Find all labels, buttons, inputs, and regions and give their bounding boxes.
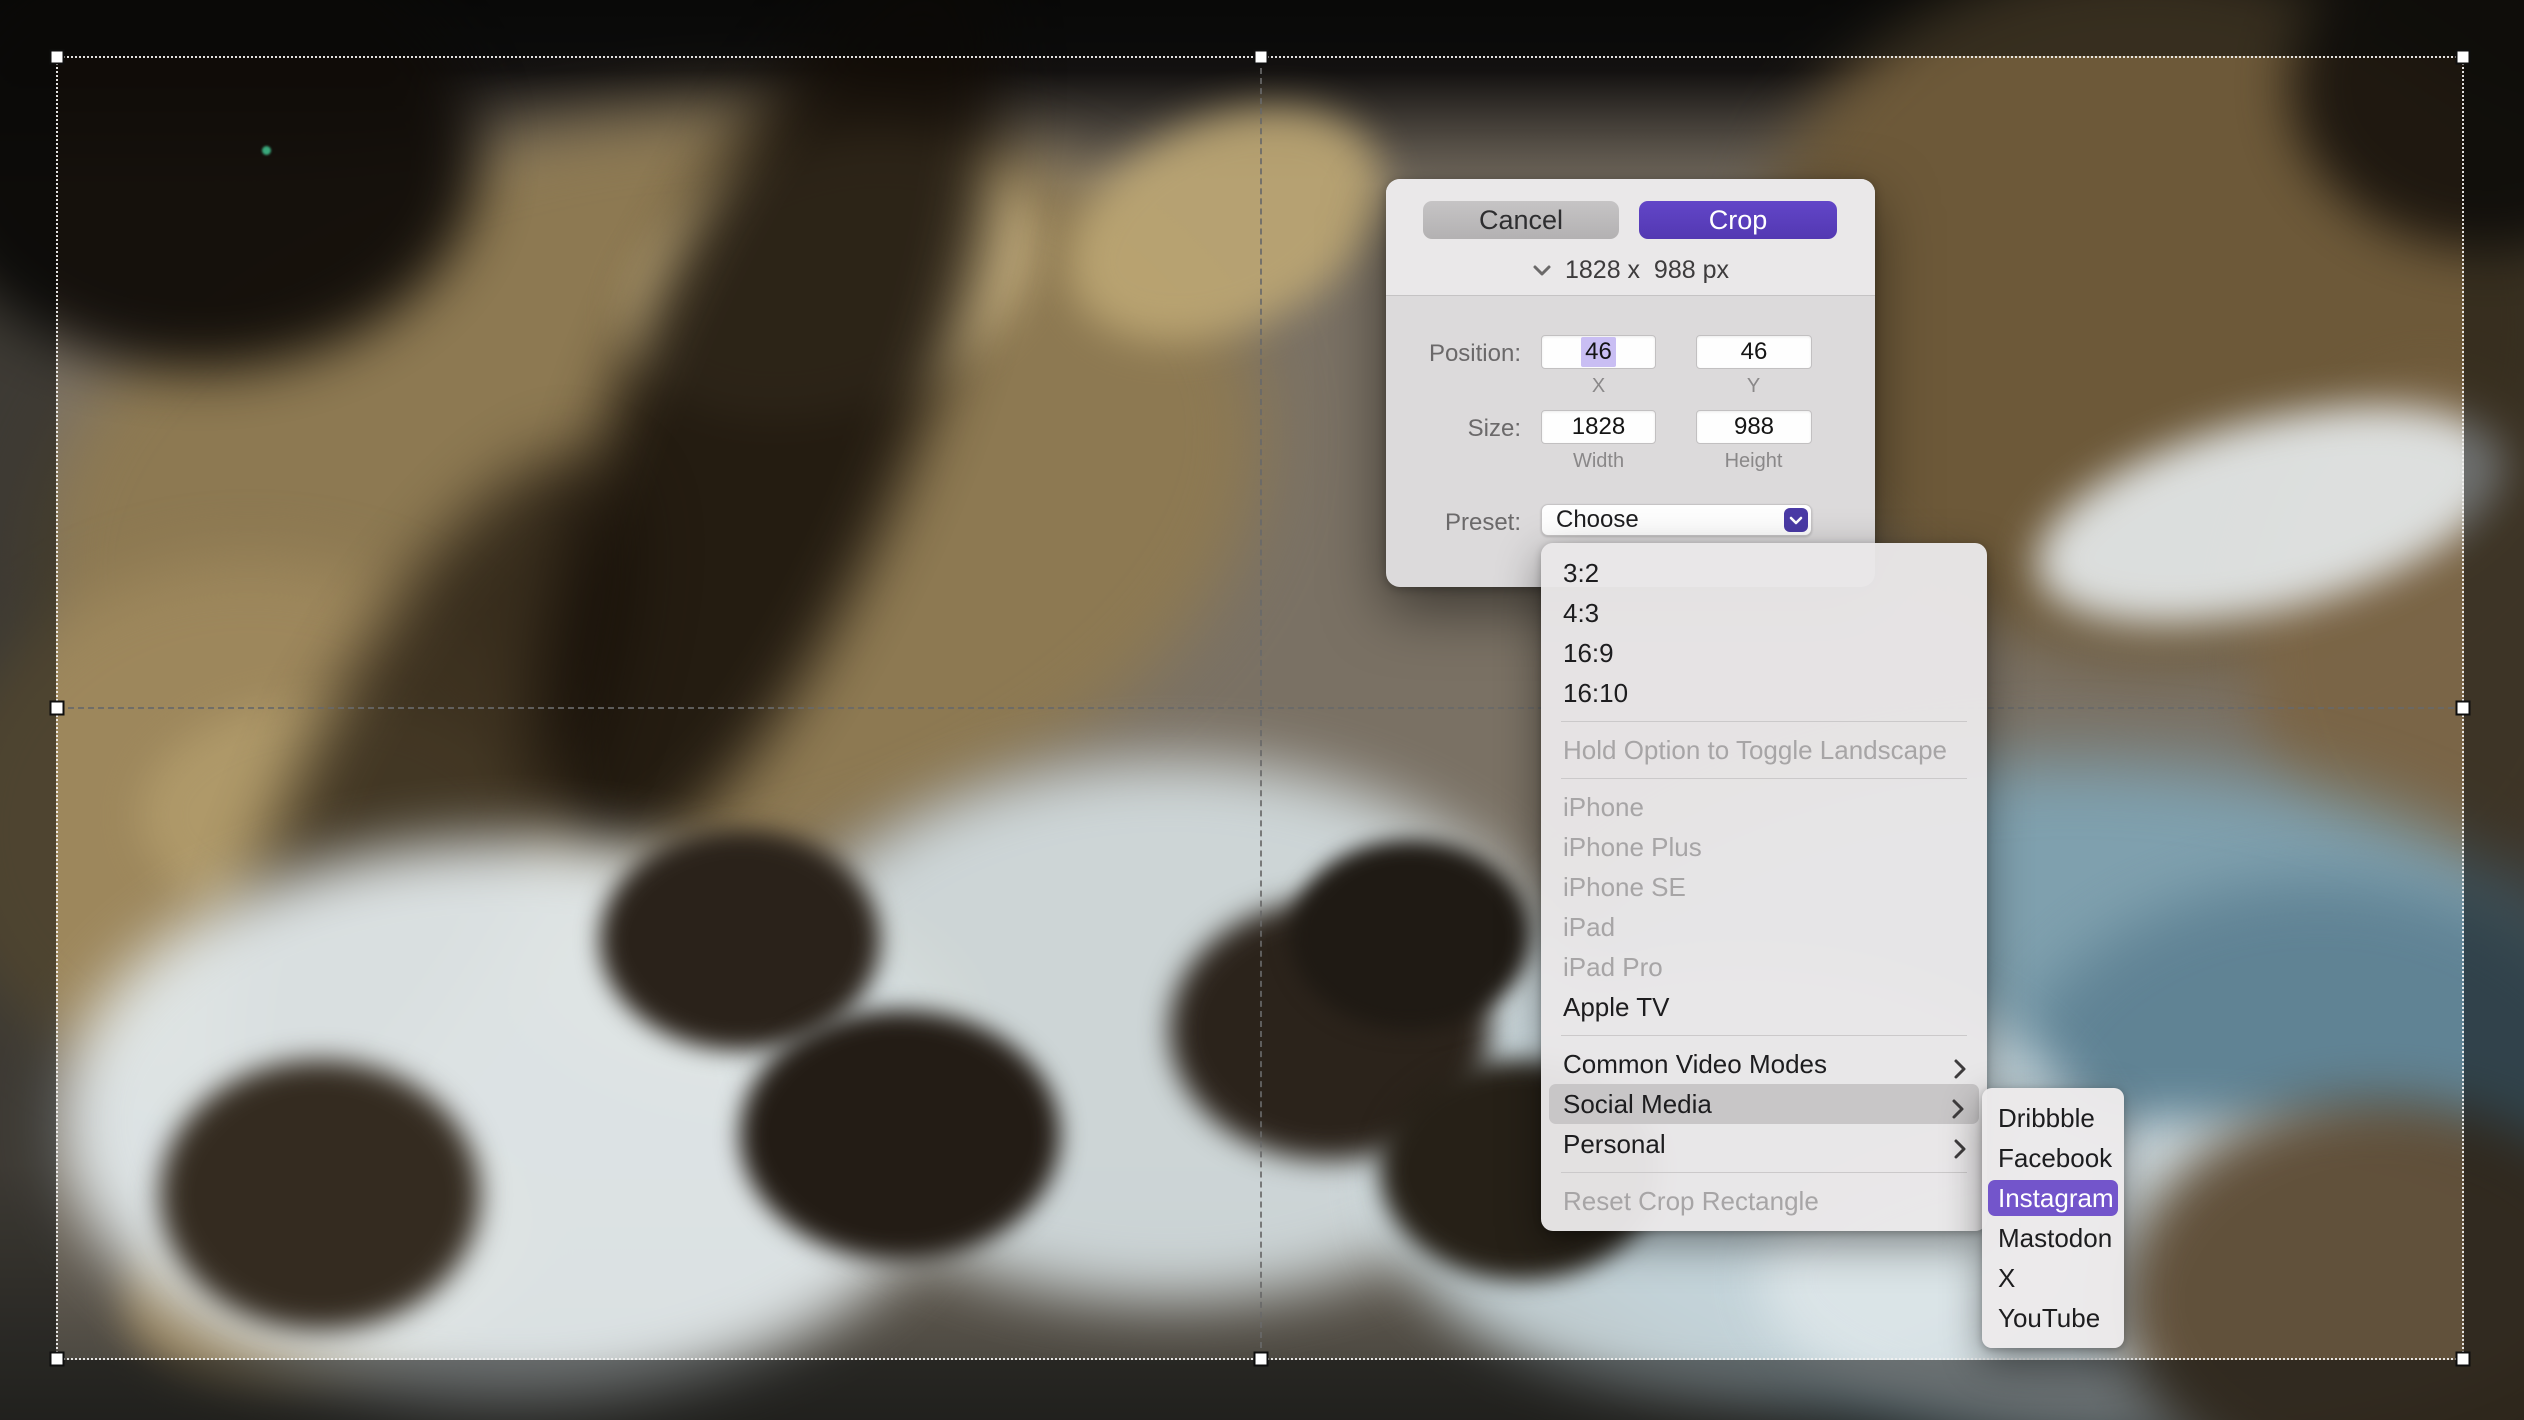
menu-item-personal[interactable]: Personal bbox=[1541, 1124, 1987, 1164]
menu-item-common-video-modes[interactable]: Common Video Modes bbox=[1541, 1044, 1987, 1084]
submenu-item-instagram[interactable]: Instagram bbox=[1988, 1180, 2118, 1216]
crop-dimensions-row[interactable]: 1828 x 988 px bbox=[1386, 255, 1875, 285]
menu-item-iphone-plus: iPhone Plus bbox=[1541, 827, 1987, 867]
crop-handle-top-center[interactable] bbox=[1254, 50, 1269, 65]
position-y-input[interactable]: 46 bbox=[1696, 335, 1812, 369]
menu-item-iphone-se: iPhone SE bbox=[1541, 867, 1987, 907]
submenu-item-label: YouTube bbox=[1998, 1303, 2100, 1333]
menu-item-label: Common Video Modes bbox=[1563, 1049, 1827, 1079]
submenu-item-youtube[interactable]: YouTube bbox=[1982, 1298, 2124, 1338]
menu-item-label: iPhone bbox=[1563, 792, 1644, 822]
crop-handle-bottom-center[interactable] bbox=[1254, 1352, 1269, 1367]
menu-item-16-10[interactable]: 16:10 bbox=[1541, 673, 1987, 713]
submenu-item-dribbble[interactable]: Dribbble bbox=[1982, 1098, 2124, 1138]
menu-item-ipad: iPad bbox=[1541, 907, 1987, 947]
submenu-item-label: Mastodon bbox=[1998, 1223, 2112, 1253]
crop-dim-overlay-right bbox=[2464, 56, 2524, 1360]
position-label: Position: bbox=[1386, 340, 1521, 368]
submenu-item-label: Facebook bbox=[1998, 1143, 2112, 1173]
menu-item-iphone: iPhone bbox=[1541, 787, 1987, 827]
menu-item-label: iPhone Plus bbox=[1563, 832, 1702, 862]
crop-center-guide-horizontal bbox=[58, 707, 2464, 709]
menu-item-label: iPad bbox=[1563, 912, 1615, 942]
crop-dim-overlay-left bbox=[0, 56, 56, 1360]
menu-item-social-media[interactable]: Social Media bbox=[1549, 1084, 1979, 1124]
preset-menu: 3:2 4:3 16:9 16:10 Hold Option to Toggle… bbox=[1541, 543, 1987, 1231]
submenu-item-facebook[interactable]: Facebook bbox=[1982, 1138, 2124, 1178]
crop-dimensions-text: 1828 x 988 px bbox=[1565, 256, 1729, 285]
size-height-input[interactable]: 988 bbox=[1696, 410, 1812, 444]
crop-button[interactable]: Crop bbox=[1639, 201, 1837, 239]
size-width-axis-label: Width bbox=[1541, 450, 1656, 473]
size-height-value: 988 bbox=[1734, 413, 1774, 441]
crop-handle-middle-right[interactable] bbox=[2456, 701, 2471, 716]
crop-handle-bottom-left[interactable] bbox=[50, 1352, 65, 1367]
menu-item-ipad-pro: iPad Pro bbox=[1541, 947, 1987, 987]
crop-handle-top-right[interactable] bbox=[2456, 50, 2471, 65]
submenu-item-label: X bbox=[1998, 1263, 2015, 1293]
menu-separator bbox=[1561, 721, 1967, 722]
submenu-item-label: Dribbble bbox=[1998, 1103, 2095, 1133]
submenu-item-mastodon[interactable]: Mastodon bbox=[1982, 1218, 2124, 1258]
menu-item-16-9[interactable]: 16:9 bbox=[1541, 633, 1987, 673]
size-height-axis-label: Height bbox=[1696, 450, 1811, 473]
menu-item-3-2[interactable]: 3:2 bbox=[1541, 553, 1987, 593]
preset-dropdown[interactable]: Choose bbox=[1541, 504, 1812, 536]
size-width-value: 1828 bbox=[1572, 413, 1625, 441]
social-media-submenu: Dribbble Facebook Instagram Mastodon X Y… bbox=[1982, 1088, 2124, 1348]
crop-handle-bottom-right[interactable] bbox=[2456, 1352, 2471, 1367]
size-label: Size: bbox=[1386, 415, 1521, 443]
menu-item-label: 16:10 bbox=[1563, 678, 1628, 708]
crop-dim-overlay-bottom bbox=[0, 1360, 2524, 1420]
cancel-button-label: Cancel bbox=[1479, 205, 1563, 236]
preset-label: Preset: bbox=[1386, 509, 1521, 537]
menu-item-hold-option-hint: Hold Option to Toggle Landscape bbox=[1541, 730, 1987, 770]
menu-item-label: 3:2 bbox=[1563, 558, 1599, 588]
preset-dropdown-value: Choose bbox=[1556, 505, 1639, 535]
chevron-down-icon bbox=[1532, 264, 1552, 277]
position-x-axis-label: X bbox=[1541, 375, 1656, 398]
cancel-button[interactable]: Cancel bbox=[1423, 201, 1619, 239]
menu-item-label: iPad Pro bbox=[1563, 952, 1663, 982]
crop-dim-overlay-top bbox=[0, 0, 2524, 56]
menu-item-reset-crop-rectangle: Reset Crop Rectangle bbox=[1541, 1181, 1987, 1221]
crop-panel: Cancel Crop 1828 x 988 px Position: 46 4… bbox=[1386, 179, 1875, 587]
menu-item-label: Apple TV bbox=[1563, 992, 1669, 1022]
crop-handle-top-left[interactable] bbox=[50, 50, 65, 65]
menu-separator bbox=[1561, 1172, 1967, 1173]
menu-item-label: Personal bbox=[1563, 1129, 1666, 1159]
position-y-value: 46 bbox=[1741, 338, 1768, 366]
menu-item-4-3[interactable]: 4:3 bbox=[1541, 593, 1987, 633]
menu-separator bbox=[1561, 778, 1967, 779]
menu-item-label: 16:9 bbox=[1563, 638, 1614, 668]
menu-item-label: Hold Option to Toggle Landscape bbox=[1563, 735, 1947, 765]
size-width-input[interactable]: 1828 bbox=[1541, 410, 1656, 444]
menu-item-apple-tv[interactable]: Apple TV bbox=[1541, 987, 1987, 1027]
menu-item-label: 4:3 bbox=[1563, 598, 1599, 628]
crop-tool-screen: Cancel Crop 1828 x 988 px Position: 46 4… bbox=[0, 0, 2524, 1420]
position-x-input[interactable]: 46 bbox=[1541, 335, 1656, 369]
menu-item-label: Social Media bbox=[1563, 1089, 1712, 1119]
position-x-value: 46 bbox=[1581, 337, 1616, 367]
menu-item-label: iPhone SE bbox=[1563, 872, 1686, 902]
crop-button-label: Crop bbox=[1709, 205, 1768, 236]
submenu-item-label: Instagram bbox=[1998, 1183, 2114, 1213]
position-y-axis-label: Y bbox=[1696, 375, 1811, 398]
menu-item-label: Reset Crop Rectangle bbox=[1563, 1186, 1819, 1216]
menu-separator bbox=[1561, 1035, 1967, 1036]
crop-handle-middle-left[interactable] bbox=[50, 701, 65, 716]
submenu-item-x[interactable]: X bbox=[1982, 1258, 2124, 1298]
chevron-right-icon bbox=[1953, 1132, 1967, 1172]
chevron-down-icon[interactable] bbox=[1784, 508, 1808, 532]
